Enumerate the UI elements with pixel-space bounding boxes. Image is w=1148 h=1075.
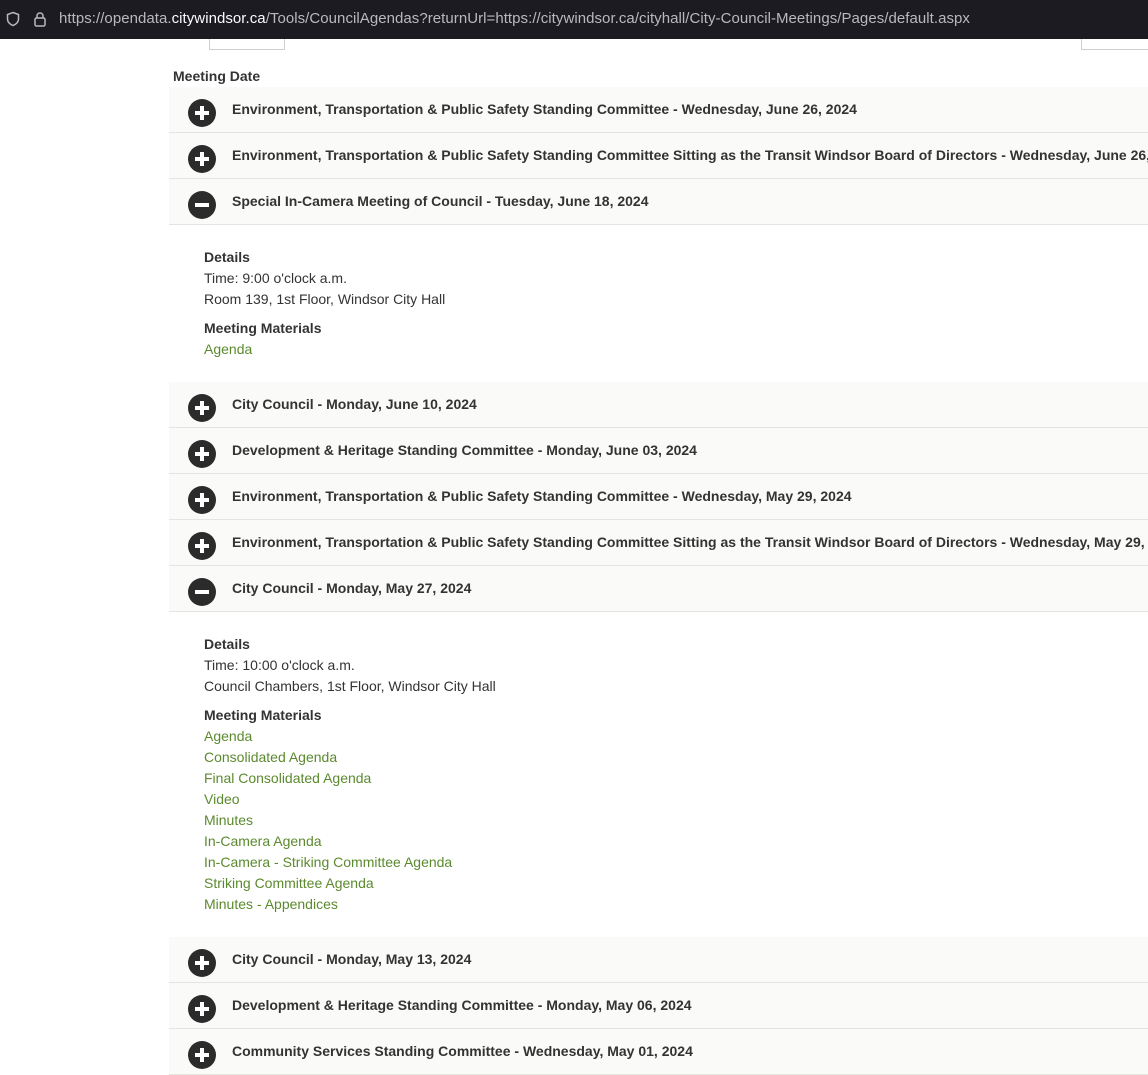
- toggle-bar-vertical: [200, 152, 204, 166]
- material-link[interactable]: Minutes: [204, 810, 1148, 831]
- material-link[interactable]: Agenda: [204, 726, 1148, 747]
- material-link[interactable]: Agenda: [204, 339, 1148, 360]
- plus-circle-icon[interactable]: [188, 394, 216, 422]
- plus-circle-icon[interactable]: [188, 99, 216, 127]
- url-prefix: https://opendata.: [59, 10, 172, 27]
- material-link[interactable]: In-Camera Agenda: [204, 831, 1148, 852]
- meeting-row[interactable]: City Council - Monday, May 27, 2024: [169, 566, 1148, 612]
- toggle-bar-vertical: [200, 1002, 204, 1016]
- meeting-row[interactable]: Development & Heritage Standing Committe…: [169, 983, 1148, 1029]
- plus-circle-icon[interactable]: [188, 1041, 216, 1069]
- meeting-time: Time: 9:00 o'clock a.m.: [204, 270, 347, 286]
- meeting-title[interactable]: City Council - Monday, June 10, 2024: [232, 396, 477, 412]
- shield-icon[interactable]: [5, 11, 21, 27]
- meeting-title[interactable]: Environment, Transportation & Public Saf…: [232, 534, 1148, 550]
- toggle-bar-vertical: [200, 447, 204, 461]
- meeting-details-panel: Details Time: 9:00 o'clock a.m. Room 139, …: [169, 225, 1148, 382]
- meeting-title[interactable]: Environment, Transportation & Public Saf…: [232, 488, 852, 504]
- plus-circle-icon[interactable]: [188, 949, 216, 977]
- toggle-bar-horizontal: [195, 203, 209, 207]
- toggle-bar-vertical: [200, 106, 204, 120]
- meeting-row[interactable]: Environment, Transportation & Public Saf…: [169, 133, 1148, 179]
- meeting-row[interactable]: Environment, Transportation & Public Saf…: [169, 520, 1148, 566]
- column-header-meeting-date[interactable]: Meeting Date: [173, 68, 260, 84]
- minus-circle-icon[interactable]: [188, 578, 216, 606]
- material-link[interactable]: Final Consolidated Agenda: [204, 768, 1148, 789]
- details-heading: Details: [204, 249, 250, 265]
- meeting-row[interactable]: Special In-Camera Meeting of Council - T…: [169, 179, 1148, 225]
- material-link[interactable]: Video: [204, 789, 1148, 810]
- partial-control-left[interactable]: [209, 39, 285, 50]
- toggle-bar-vertical: [200, 401, 204, 415]
- meeting-title[interactable]: Special In-Camera Meeting of Council - T…: [232, 193, 649, 209]
- details-heading: Details: [204, 636, 250, 652]
- url-text[interactable]: https://opendata.citywindsor.ca/Tools/Co…: [59, 10, 970, 27]
- meeting-row[interactable]: City Council - Monday, June 10, 2024: [169, 382, 1148, 428]
- toggle-bar-vertical: [200, 493, 204, 507]
- toggle-bar-vertical: [200, 956, 204, 970]
- meeting-title[interactable]: City Council - Monday, May 13, 2024: [232, 951, 471, 967]
- plus-circle-icon[interactable]: [188, 995, 216, 1023]
- meeting-title[interactable]: Environment, Transportation & Public Saf…: [232, 101, 857, 117]
- meeting-row[interactable]: City Council - Monday, May 13, 2024: [169, 937, 1148, 983]
- meeting-row[interactable]: Development & Heritage Standing Committe…: [169, 428, 1148, 474]
- meeting-row[interactable]: Community Services Standing Committee - …: [169, 1029, 1148, 1075]
- meeting-details-panel: Details Time: 10:00 o'clock a.m. Council C…: [169, 612, 1148, 937]
- meeting-time: Time: 10:00 o'clock a.m.: [204, 657, 355, 673]
- minus-circle-icon[interactable]: [188, 191, 216, 219]
- meeting-title[interactable]: Community Services Standing Committee - …: [232, 1043, 693, 1059]
- plus-circle-icon[interactable]: [188, 532, 216, 560]
- url-path: /Tools/CouncilAgendas?returnUrl=https://…: [265, 10, 970, 27]
- meeting-materials-heading: Meeting Materials: [204, 320, 322, 336]
- meeting-location: Council Chambers, 1st Floor, Windsor Cit…: [204, 678, 496, 694]
- browser-address-bar[interactable]: https://opendata.citywindsor.ca/Tools/Co…: [0, 0, 1148, 39]
- meeting-title[interactable]: Environment, Transportation & Public Saf…: [232, 147, 1148, 163]
- toggle-bar-vertical: [200, 1048, 204, 1062]
- meeting-title[interactable]: Development & Heritage Standing Committe…: [232, 442, 697, 458]
- toggle-bar-horizontal: [195, 590, 209, 594]
- toggle-bar-vertical: [200, 539, 204, 553]
- plus-circle-icon[interactable]: [188, 440, 216, 468]
- plus-circle-icon[interactable]: [188, 486, 216, 514]
- meeting-title[interactable]: Development & Heritage Standing Committe…: [232, 997, 692, 1013]
- material-link[interactable]: In-Camera - Striking Committee Agenda: [204, 852, 1148, 873]
- meeting-title[interactable]: City Council - Monday, May 27, 2024: [232, 580, 471, 596]
- material-link[interactable]: Minutes - Appendices: [204, 894, 1148, 915]
- material-link[interactable]: Striking Committee Agenda: [204, 873, 1148, 894]
- lock-icon[interactable]: [32, 11, 48, 27]
- url-domain: citywindsor.ca: [171, 10, 266, 27]
- meeting-row[interactable]: Environment, Transportation & Public Saf…: [169, 474, 1148, 520]
- plus-circle-icon[interactable]: [188, 145, 216, 173]
- meeting-location: Room 139, 1st Floor, Windsor City Hall: [204, 291, 446, 307]
- material-link[interactable]: Consolidated Agenda: [204, 747, 1148, 768]
- meeting-materials-heading: Meeting Materials: [204, 707, 322, 723]
- partial-control-right[interactable]: [1081, 39, 1148, 50]
- meeting-row[interactable]: Environment, Transportation & Public Saf…: [169, 87, 1148, 133]
- meeting-list: Environment, Transportation & Public Saf…: [169, 87, 1148, 1075]
